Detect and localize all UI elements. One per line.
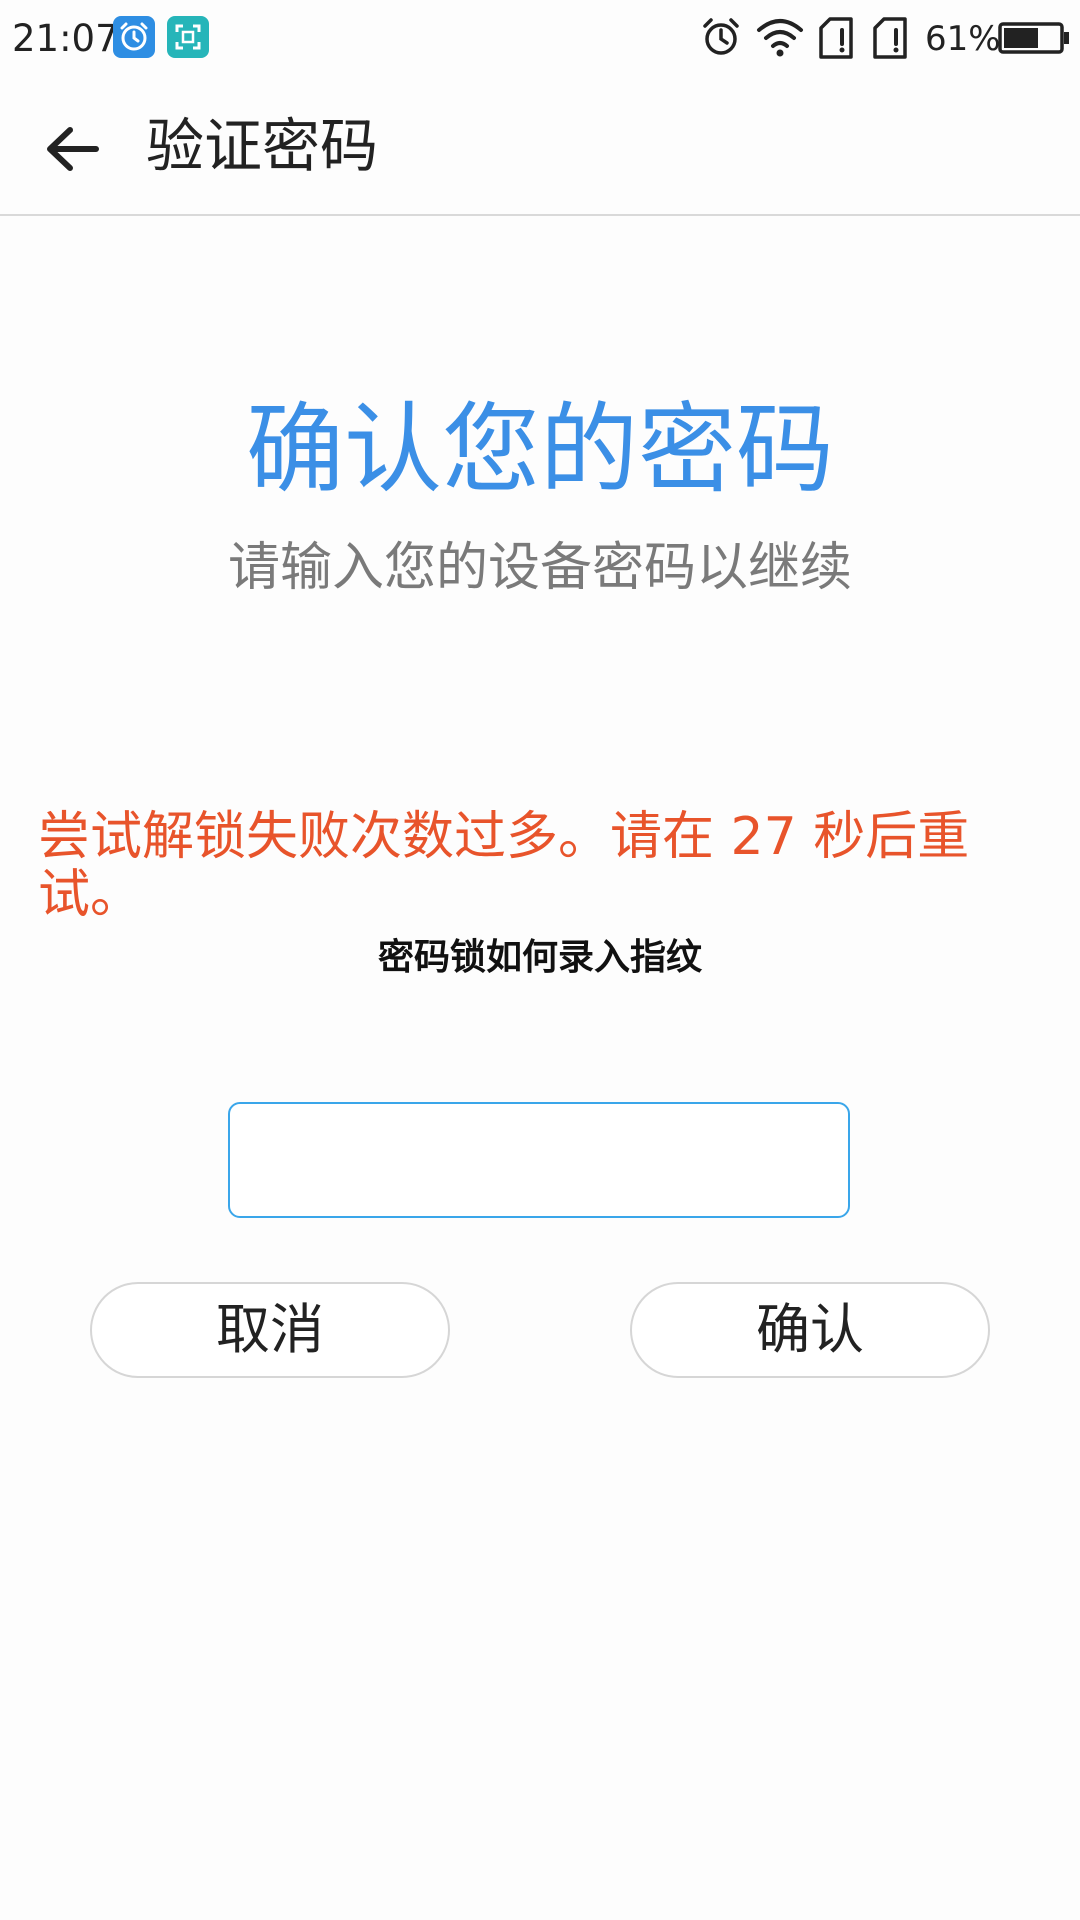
toolbar: 验证密码: [0, 78, 1080, 216]
back-button[interactable]: [38, 114, 108, 184]
arrow-left-icon: [47, 127, 99, 171]
status-bar: 21:07 61%: [0, 0, 1080, 78]
instruction-text: 请输入您的设备密码以继续: [227, 538, 852, 598]
scan-app-icon: [167, 16, 209, 58]
password-input[interactable]: [228, 1102, 850, 1218]
confirm-password-heading: 确认您的密码: [245, 393, 834, 507]
battery-percent: 61%: [925, 19, 1001, 59]
cancel-button[interactable]: 取消: [90, 1282, 450, 1378]
page-title: 验证密码: [146, 112, 379, 180]
battery-fill: [1004, 28, 1038, 48]
sim-2-alert-icon: [872, 16, 908, 64]
wifi-icon: [756, 18, 804, 62]
confirm-button[interactable]: 确认: [630, 1282, 990, 1378]
alarm-icon: [700, 16, 742, 62]
status-time: 21:07: [12, 17, 119, 60]
lockout-error-message: 尝试解锁失败次数过多。请在 27 秒后重试。: [38, 807, 970, 925]
alarm-app-icon: [113, 16, 155, 58]
sim-1-alert-icon: [818, 16, 854, 64]
battery-icon: [998, 22, 1070, 58]
watermark-caption: 密码锁如何录入指纹: [377, 937, 702, 978]
